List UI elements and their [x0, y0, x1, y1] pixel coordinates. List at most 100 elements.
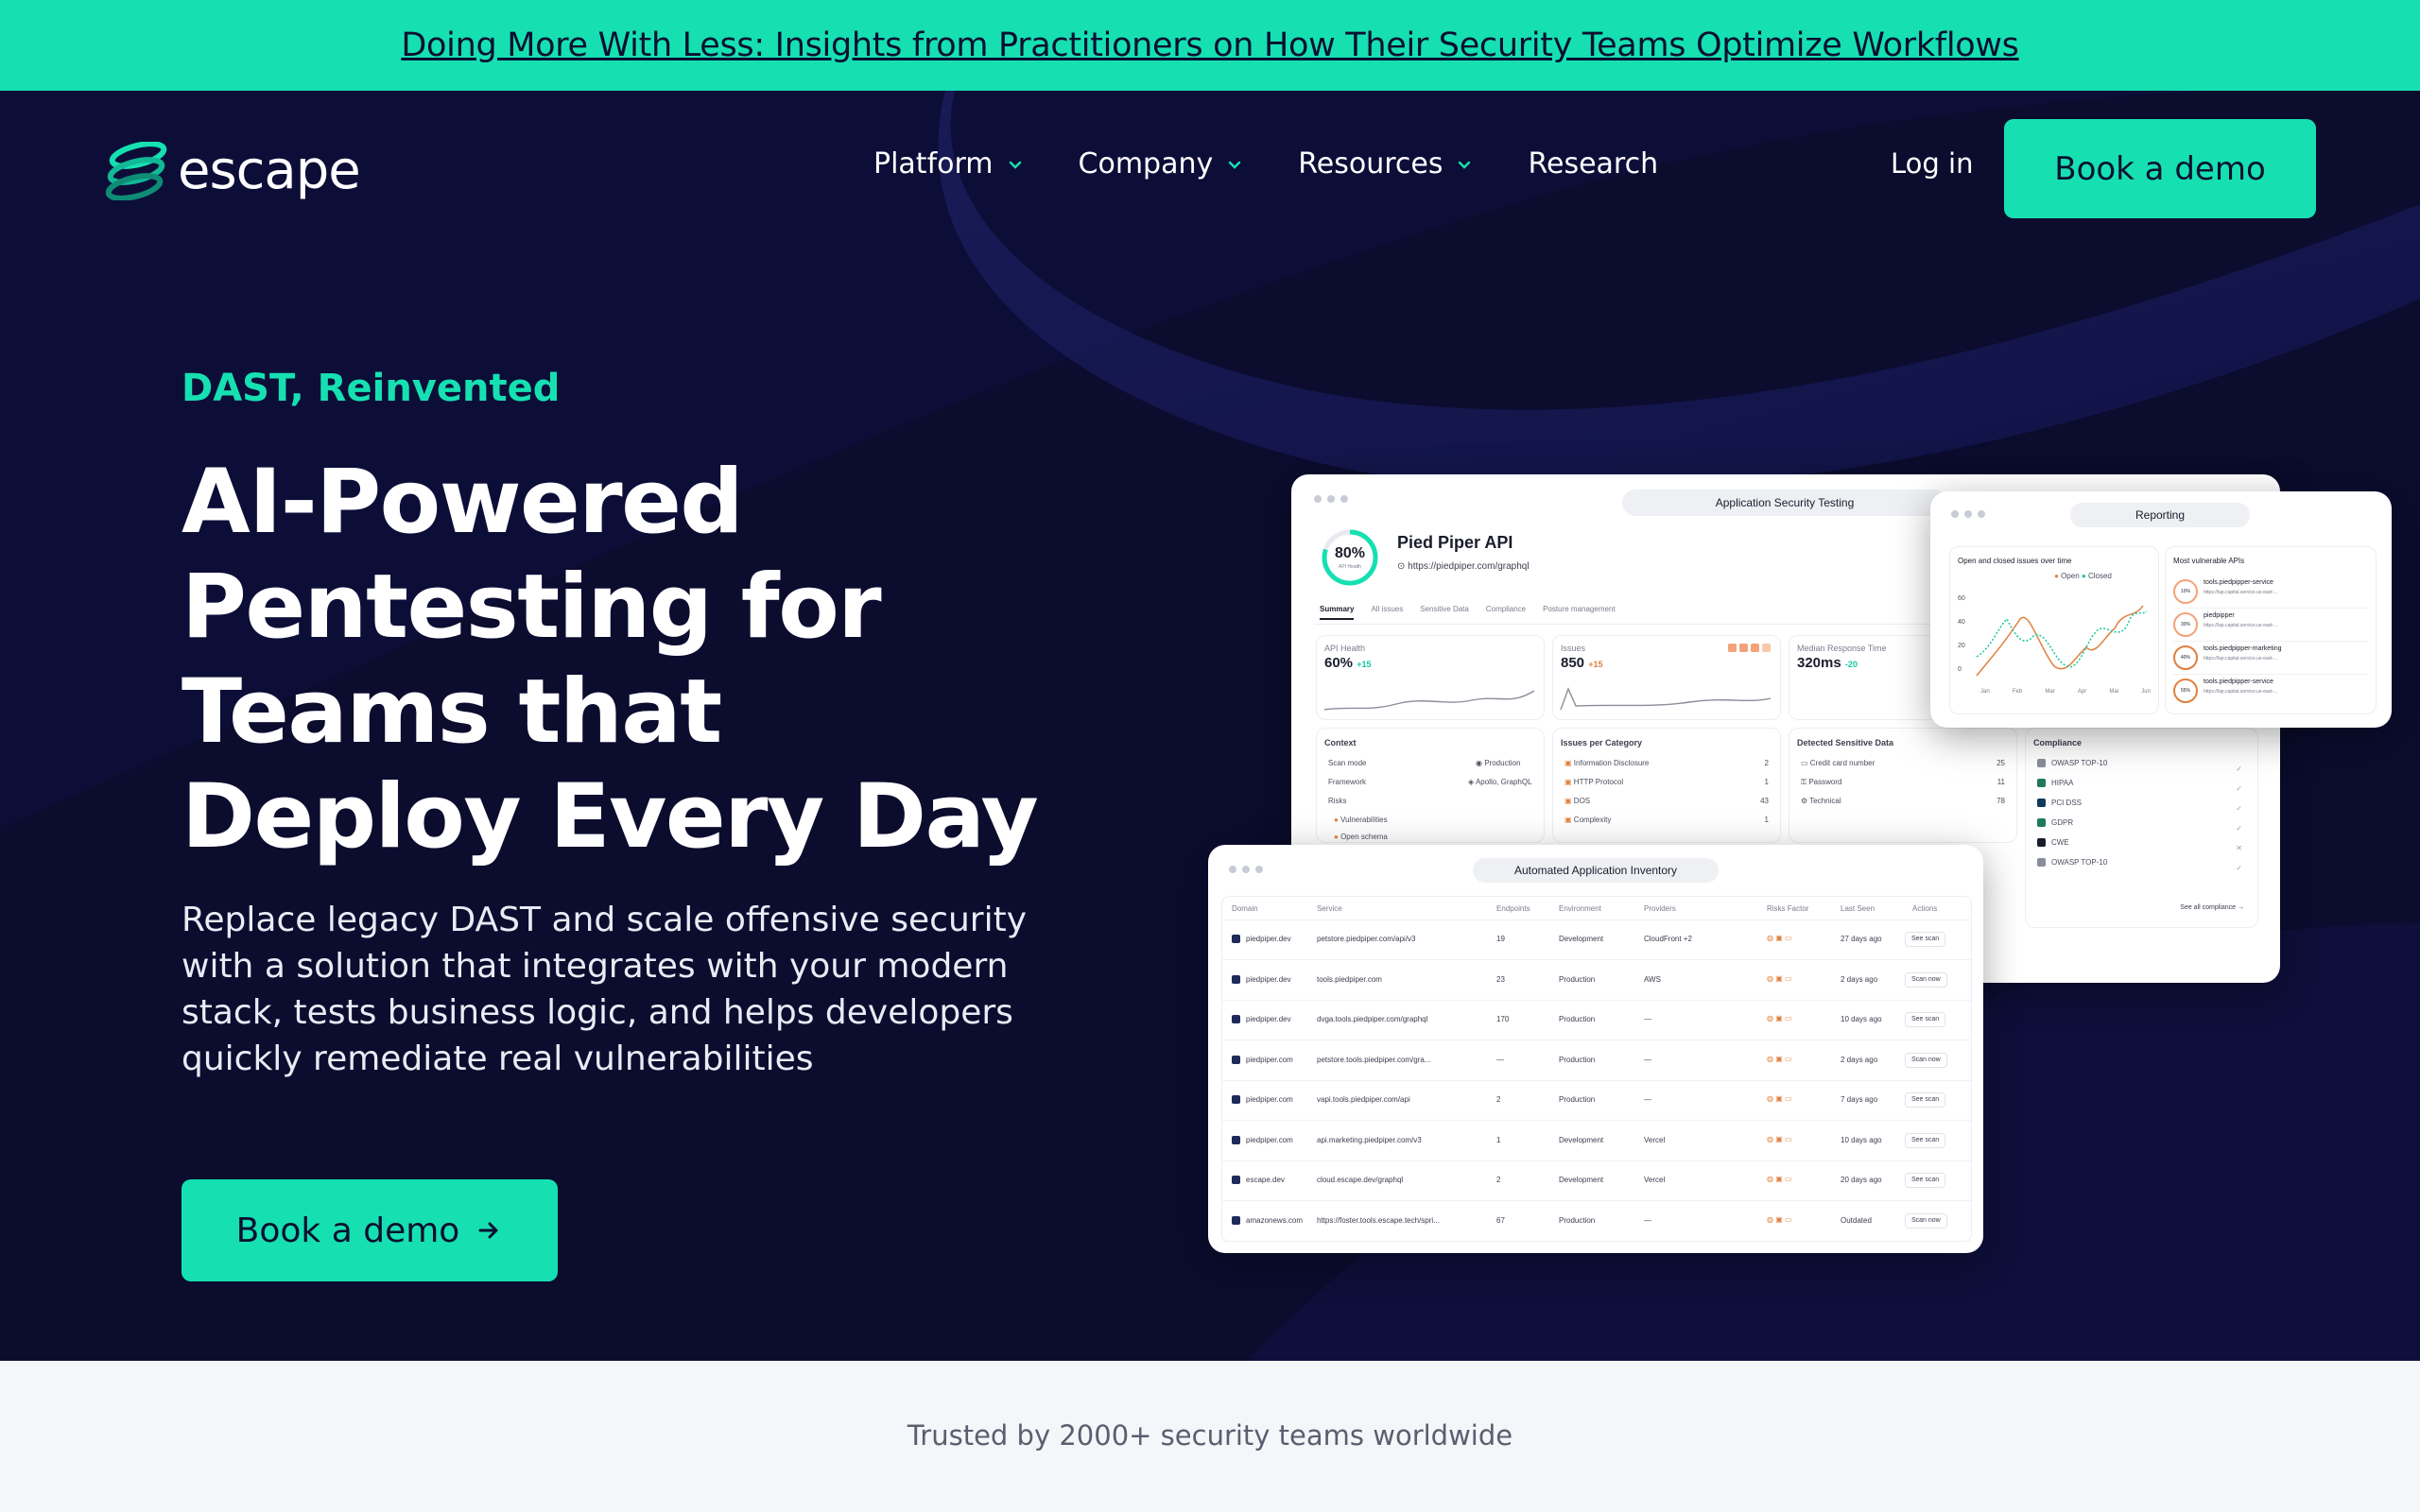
table-cell: 23	[1496, 975, 1505, 984]
domain-icon	[1232, 1176, 1240, 1185]
card-title: Application Security Testing	[1622, 490, 1947, 516]
cell-environment: Development	[1559, 1135, 1604, 1144]
tab-sensitive-data[interactable]: Sensitive Data	[1420, 605, 1469, 620]
table-cell: —	[1644, 1216, 1651, 1225]
table-cell: petstore.tools.piedpiper.com/gra...	[1317, 1056, 1431, 1064]
row-action-button[interactable]: See scan	[1905, 1012, 1946, 1027]
tab-summary[interactable]: Summary	[1320, 605, 1355, 620]
cell-environment: Production	[1559, 974, 1596, 984]
risk-factor-icons: ◍ ▣ ▭	[1767, 1175, 1792, 1183]
table-cell: —	[1496, 1056, 1504, 1064]
book-demo-hero-button[interactable]: Book a demo	[182, 1179, 558, 1281]
vulnerable-api-item[interactable]: 30% piedpipper https://lap.capital.servi…	[2173, 609, 2368, 642]
api-name: Pied Piper API	[1397, 533, 1513, 552]
nav-item-platform[interactable]: Platform	[873, 147, 1024, 180]
announcement-link[interactable]: Doing More With Less: Insights from Prac…	[401, 26, 2019, 64]
table-cell: 27 days ago	[1841, 935, 1882, 943]
table-cell: 2 days ago	[1841, 975, 1877, 984]
see-all-compliance-link[interactable]: See all compliance →	[2180, 904, 2244, 911]
cell-last-seen: 2 days ago	[1841, 1055, 1878, 1064]
cell-domain: escape.dev	[1246, 1176, 1285, 1184]
table-row[interactable]: piedpiper.com vapi.tools.piedpiper.com/ap…	[1222, 1080, 1971, 1121]
nav-item-research[interactable]: Research	[1528, 147, 1658, 180]
vulnerable-api-item[interactable]: 10% tools.piedpipper-service https://lap…	[2173, 576, 2368, 609]
table-row[interactable]: piedpiper.dev dvga.tools.piedpiper.com/gr…	[1222, 1000, 1971, 1040]
tab-all-issues[interactable]: All issues	[1371, 605, 1403, 620]
cell-domain: piedpiper.com	[1246, 1095, 1293, 1104]
nav-item-company[interactable]: Company	[1079, 147, 1244, 180]
row-action-button[interactable]: See scan	[1905, 1132, 1946, 1148]
cell-last-seen: 2 days ago	[1841, 974, 1878, 984]
table-cell: —	[1644, 1095, 1651, 1104]
domain-icon	[1232, 1215, 1240, 1225]
nav-item-label: Research	[1528, 147, 1659, 180]
nav-item-resources[interactable]: Resources	[1298, 147, 1473, 180]
cell-environment: Development	[1559, 1176, 1604, 1184]
table-cell: 7 days ago	[1841, 1095, 1877, 1104]
domain-icon	[1232, 935, 1240, 944]
table-row[interactable]: piedpiper.dev petstore.piedpiper.com/api/…	[1222, 919, 1971, 960]
tab-compliance[interactable]: Compliance	[1486, 605, 1526, 620]
row-action-button[interactable]: See scan	[1905, 1173, 1946, 1188]
table-cell: petstore.piedpiper.com/api/v3	[1317, 935, 1416, 943]
book-demo-nav-button[interactable]: Book a demo	[2004, 119, 2316, 218]
row-action-button[interactable]: Scan now	[1905, 971, 1947, 988]
vulnerable-api-item[interactable]: 40% tools.piedpipper-marketing https://l…	[2173, 642, 2368, 675]
row-action-button[interactable]: Scan now	[1905, 1052, 1947, 1068]
table-row[interactable]: amazonews.com https://foster.tools.escape…	[1222, 1201, 1971, 1242]
table-cell: 10 days ago	[1841, 1136, 1882, 1144]
table-row[interactable]: escape.dev cloud.escape.dev/graphql 2 Devel…	[1222, 1160, 1971, 1201]
cell-environment: Production	[1559, 1015, 1596, 1023]
risk-factor-icons: ◍ ▣ ▭	[1767, 934, 1792, 942]
chevron-down-icon	[1009, 161, 1021, 169]
hero-section: escape Platform Company Resources Resear…	[0, 91, 2420, 1361]
metric-issues: Issues 850 +15	[1552, 635, 1781, 720]
table-cell: Production	[1559, 1015, 1595, 1023]
table-cell: Production	[1559, 975, 1595, 984]
table-cell: cloud.escape.dev/graphql	[1317, 1176, 1403, 1184]
escape-logo[interactable]: escape	[106, 140, 361, 201]
table-cell: AWS	[1644, 975, 1661, 984]
row-action-button[interactable]: See scan	[1905, 1092, 1946, 1108]
top-navigation: escape Platform Company Resources Resear…	[0, 91, 2420, 242]
row-action-button[interactable]: See scan	[1905, 932, 1946, 947]
table-header: Domain Service Endpoints Environment Pro…	[1222, 897, 1971, 920]
table-cell: —	[1644, 1056, 1651, 1064]
cell-environment: Production	[1559, 1215, 1596, 1225]
table-cell: 19	[1496, 935, 1505, 943]
nav-item-label: Platform	[873, 147, 994, 180]
tab-posture-management[interactable]: Posture management	[1543, 605, 1616, 620]
cell-domain: piedpiper.dev	[1246, 935, 1291, 943]
table-row[interactable]: piedpiper.com api.marketing.piedpiper.com…	[1222, 1121, 1971, 1161]
row-action-button[interactable]: Scan now	[1905, 1212, 1947, 1228]
table-cell: piedpiper.dev	[1232, 1015, 1291, 1024]
table-cell: 20 days ago	[1841, 1176, 1882, 1184]
login-link[interactable]: Log in	[1891, 147, 1973, 180]
table-cell: Vercel	[1644, 1136, 1665, 1144]
vulnerable-api-item[interactable]: 55% tools.piedpipper-service https://lap…	[2173, 675, 2368, 707]
window-dots	[1229, 866, 1263, 873]
cell-provider: —	[1644, 1095, 1651, 1104]
cell-provider: AWS	[1644, 974, 1661, 984]
table-cell: Vercel	[1644, 1176, 1665, 1184]
table-cell: api.marketing.piedpiper.com/v3	[1317, 1136, 1422, 1144]
domain-icon	[1232, 1095, 1240, 1105]
table-cell: 1	[1496, 1136, 1500, 1144]
hero-cta-label: Book a demo	[235, 1211, 460, 1250]
table-row[interactable]: piedpiper.com petstore.tools.piedpiper.co…	[1222, 1040, 1971, 1081]
table-cell: 10 days ago	[1841, 1015, 1882, 1023]
table-cell: piedpiper.dev	[1232, 935, 1291, 944]
sparkline	[1560, 687, 1772, 711]
context-panel: Context Scan mode ◉ Production Framework…	[1316, 728, 1545, 843]
table-cell: 2 days ago	[1841, 1056, 1877, 1064]
table-cell: CloudFront +2	[1644, 935, 1692, 943]
cell-last-seen: 27 days ago	[1841, 935, 1882, 943]
cell-service: https://foster.tools.escape.tech/spri...	[1317, 1215, 1440, 1225]
card-tabs: Summary All issues Sensitive Data Compli…	[1320, 605, 1616, 620]
cell-endpoints: 19	[1496, 935, 1505, 943]
api-url: ⊙ https://piedpiper.com/graphql	[1397, 561, 1530, 572]
risk-factor-icons: ◍ ▣ ▭	[1767, 1094, 1792, 1103]
hero-headline: AI-Powered Pentesting for Teams that Dep…	[182, 451, 1039, 868]
cell-service: petstore.piedpiper.com/api/v3	[1317, 935, 1416, 943]
table-row[interactable]: piedpiper.dev tools.piedpiper.com 23 Produc…	[1222, 960, 1971, 1001]
